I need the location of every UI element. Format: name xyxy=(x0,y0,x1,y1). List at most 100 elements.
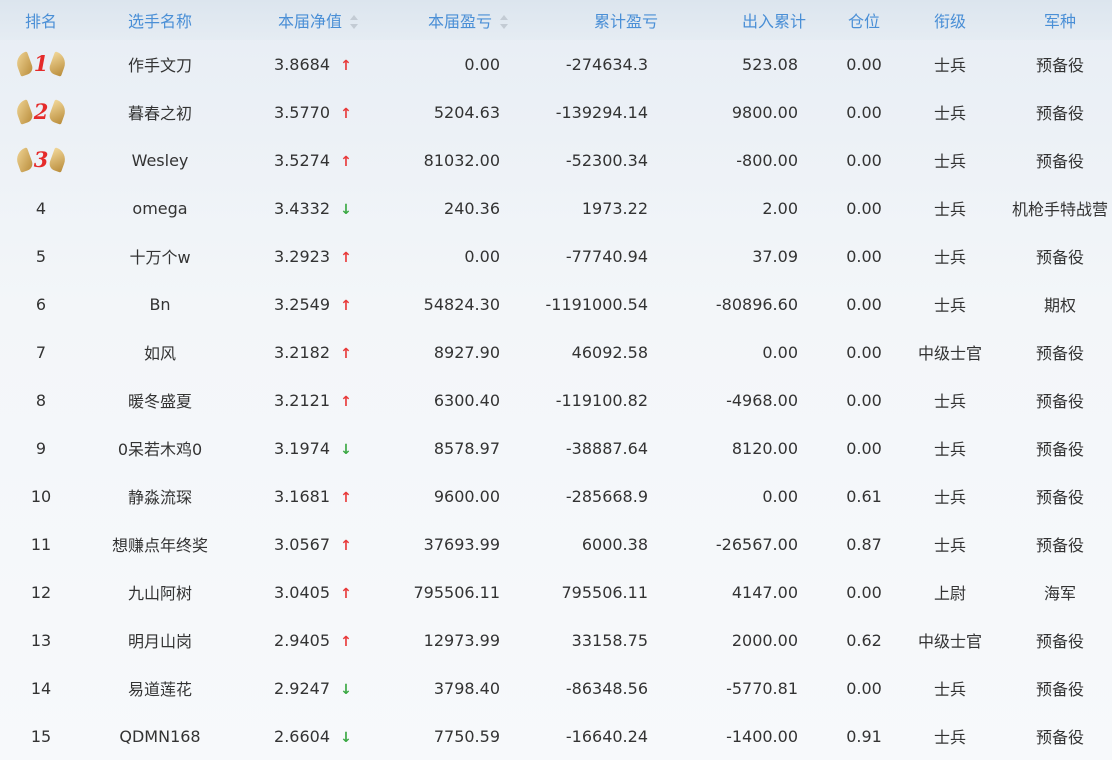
rank-number: 6 xyxy=(35,294,47,314)
position-cell: 0.87 xyxy=(846,534,882,554)
header-name: 选手名称 xyxy=(127,12,192,31)
nav-cell: 3.5770 ↑ xyxy=(238,88,388,136)
rank-cell: 4 xyxy=(0,184,82,232)
position-cell: 0.61 xyxy=(846,486,882,506)
nav-value: 3.1974 xyxy=(274,438,330,458)
pnl-cell: 7750.59 xyxy=(433,726,500,746)
player-name[interactable]: 十万个w xyxy=(82,232,238,280)
table-row[interactable]: 12 九山阿树 3.0405 ↑ 795506.11 795506.11 4147.00 0.… xyxy=(0,568,1112,616)
nav-cell: 3.2549 ↑ xyxy=(238,280,388,328)
trend-up-icon: ↑ xyxy=(340,489,352,506)
nav-value: 3.2549 xyxy=(274,294,330,314)
branch-cell: 预备役 xyxy=(1035,344,1084,363)
rank-number: 15 xyxy=(30,726,52,746)
cum-pnl-cell: 1973.22 xyxy=(581,198,648,218)
player-name[interactable]: omega xyxy=(82,184,238,232)
flow-cell: 9800.00 xyxy=(731,102,798,122)
table-row[interactable]: 8 暖冬盛夏 3.2121 ↑ 6300.40 -119100.82 -4968.00 0.0… xyxy=(0,376,1112,424)
header-rank: 排名 xyxy=(24,12,57,31)
pnl-cell: 240.36 xyxy=(444,198,500,218)
player-name[interactable]: 明月山岗 xyxy=(82,616,238,664)
nav-value: 3.8684 xyxy=(274,54,330,74)
nav-cell: 3.2923 ↑ xyxy=(238,232,388,280)
rank-number: 3 xyxy=(33,147,49,172)
title-cell: 中级士官 xyxy=(917,344,982,363)
table-row[interactable]: 11 想赚点年终奖 3.0567 ↑ 37693.99 6000.38 -26567.00 0… xyxy=(0,520,1112,568)
table-row[interactable]: 7 如风 3.2182 ↑ 8927.90 46092.58 0.00 0.00 中级士官 预备役 xyxy=(0,328,1112,376)
player-name[interactable]: 如风 xyxy=(82,328,238,376)
nav-value: 3.2121 xyxy=(274,390,330,410)
nav-value: 3.2923 xyxy=(274,246,330,266)
rank-number: 10 xyxy=(30,486,52,506)
player-name[interactable]: 0呆若木鸡0 xyxy=(82,424,238,472)
branch-cell: 海军 xyxy=(1043,584,1076,603)
player-name[interactable]: 想赚点年终奖 xyxy=(82,520,238,568)
title-cell: 士兵 xyxy=(933,200,966,219)
player-name[interactable]: 易道莲花 xyxy=(82,664,238,712)
nav-cell: 2.9405 ↑ xyxy=(238,616,388,664)
player-name[interactable]: Wesley xyxy=(82,136,238,184)
pnl-cell: 37693.99 xyxy=(423,534,500,554)
header-pnl-sortable[interactable]: 本届盈亏 xyxy=(388,0,538,40)
player-name[interactable]: Bn xyxy=(82,280,238,328)
player-name[interactable]: QDMN168 xyxy=(82,712,238,760)
flow-cell: 0.00 xyxy=(762,342,798,362)
table-row[interactable]: 5 十万个w 3.2923 ↑ 0.00 -77740.94 37.09 0.00 士兵 预备役 xyxy=(0,232,1112,280)
header-nav-sortable[interactable]: 本届净值 xyxy=(238,0,388,40)
player-name[interactable]: 暖冬盛夏 xyxy=(82,376,238,424)
table-row[interactable]: 9 0呆若木鸡0 3.1974 ↓ 8578.97 -38887.64 8120.00 0.0… xyxy=(0,424,1112,472)
position-cell: 0.00 xyxy=(846,102,882,122)
rank-number: 12 xyxy=(30,582,52,602)
table-row[interactable]: 3 Wesley 3.5274 ↑ 81032.00 -52300.34 -800.00 0.… xyxy=(0,136,1112,184)
rank-number: 4 xyxy=(35,198,47,218)
table-row[interactable]: 4 omega 3.4332 ↓ 240.36 1973.22 2.00 0.00 士兵 机枪手特… xyxy=(0,184,1112,232)
trend-down-icon: ↓ xyxy=(340,729,352,746)
trend-up-icon: ↑ xyxy=(340,393,352,410)
sort-icon[interactable] xyxy=(500,15,508,29)
flow-cell: -4968.00 xyxy=(726,390,798,410)
title-cell: 士兵 xyxy=(933,536,966,555)
pnl-cell: 8578.97 xyxy=(433,438,500,458)
rank-cell: 2 xyxy=(0,88,82,136)
player-name[interactable]: 作手文刀 xyxy=(82,40,238,88)
sort-icon[interactable] xyxy=(350,15,358,29)
trend-up-icon: ↑ xyxy=(340,57,352,74)
title-cell: 士兵 xyxy=(933,56,966,75)
cum-pnl-cell: -139294.14 xyxy=(555,102,648,122)
trend-up-icon: ↑ xyxy=(340,153,352,170)
table-row[interactable]: 15 QDMN168 2.6604 ↓ 7750.59 -16640.24 -1400.00… xyxy=(0,712,1112,760)
rank-cell: 10 xyxy=(0,472,82,520)
rank-cell: 6 xyxy=(0,280,82,328)
position-cell: 0.00 xyxy=(846,198,882,218)
pnl-cell: 12973.99 xyxy=(423,630,500,650)
cum-pnl-cell: -52300.34 xyxy=(565,150,648,170)
branch-cell: 预备役 xyxy=(1035,680,1084,699)
header-position: 仓位 xyxy=(847,12,880,31)
player-name[interactable]: 九山阿树 xyxy=(82,568,238,616)
position-cell: 0.91 xyxy=(846,726,882,746)
header-nav-label: 本届净值 xyxy=(277,12,342,31)
rank-cell: 5 xyxy=(0,232,82,280)
flow-cell: -80896.60 xyxy=(715,294,798,314)
title-cell: 士兵 xyxy=(933,248,966,267)
nav-cell: 3.2121 ↑ xyxy=(238,376,388,424)
nav-value: 2.6604 xyxy=(274,726,330,746)
table-row[interactable]: 10 静淼流琛 3.1681 ↑ 9600.00 -285668.9 0.00 0.61 士兵 预… xyxy=(0,472,1112,520)
title-cell: 士兵 xyxy=(933,392,966,411)
nav-cell: 3.1681 ↑ xyxy=(238,472,388,520)
flow-cell: 2.00 xyxy=(762,198,798,218)
nav-cell: 3.4332 ↓ xyxy=(238,184,388,232)
table-row[interactable]: 1 作手文刀 3.8684 ↑ 0.00 -274634.3 523.08 0.00 士兵 预备役 xyxy=(0,40,1112,88)
table-row[interactable]: 14 易道莲花 2.9247 ↓ 3798.40 -86348.56 -5770.81 0.0… xyxy=(0,664,1112,712)
player-name[interactable]: 静淼流琛 xyxy=(82,472,238,520)
header-title: 衔级 xyxy=(933,12,966,31)
title-cell: 中级士官 xyxy=(917,632,982,651)
trend-down-icon: ↓ xyxy=(340,441,352,458)
table-row[interactable]: 6 Bn 3.2549 ↑ 54824.30 -1191000.54 -80896.60 0.… xyxy=(0,280,1112,328)
table-row[interactable]: 13 明月山岗 2.9405 ↑ 12973.99 33158.75 2000.00 0.62… xyxy=(0,616,1112,664)
title-cell: 士兵 xyxy=(933,680,966,699)
player-name[interactable]: 暮春之初 xyxy=(82,88,238,136)
nav-cell: 3.0405 ↑ xyxy=(238,568,388,616)
table-row[interactable]: 2 暮春之初 3.5770 ↑ 5204.63 -139294.14 9800.00 0.00… xyxy=(0,88,1112,136)
nav-cell: 2.9247 ↓ xyxy=(238,664,388,712)
